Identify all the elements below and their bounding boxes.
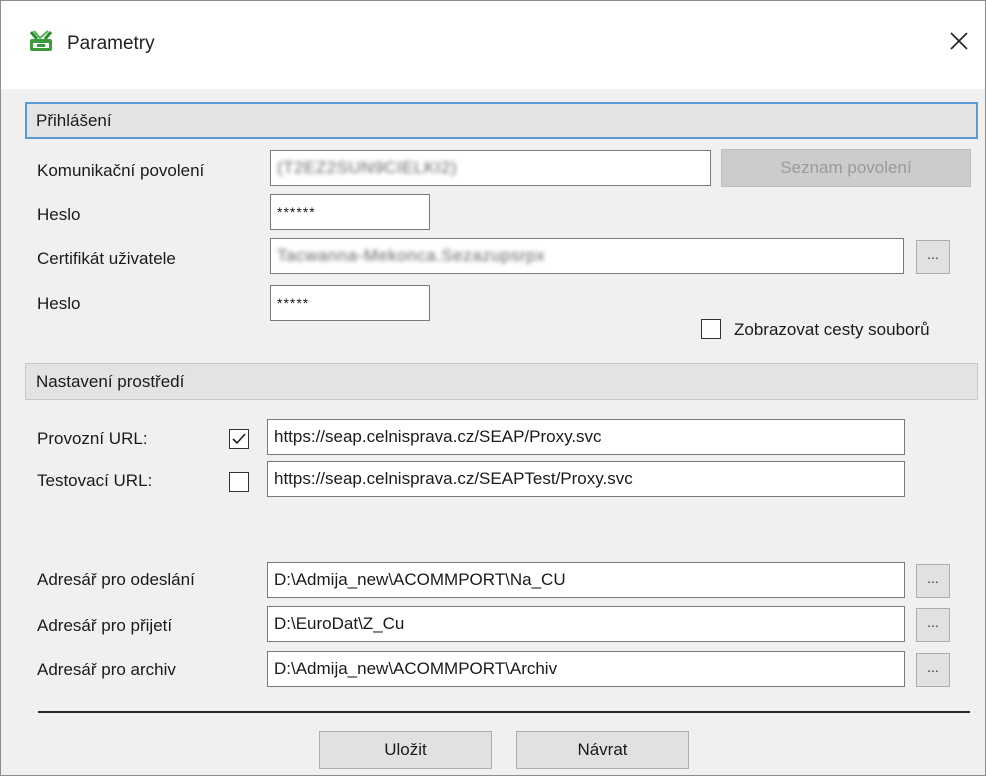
test-url-checkbox[interactable] — [229, 472, 249, 492]
permit-list-button[interactable]: Seznam povolení — [721, 149, 971, 187]
show-paths-label: Zobrazovat cesty souborů — [734, 320, 930, 339]
parameters-dialog: Parametry Přihlášení Komunikační povolen… — [0, 0, 986, 776]
prod-url-field[interactable]: https://seap.celnisprava.cz/SEAP/Proxy.s… — [267, 419, 905, 455]
checkmark-icon — [232, 433, 246, 445]
back-button[interactable]: Návrat — [516, 731, 689, 769]
comm-permit-field[interactable]: (T2EZ2SUN9CIELKI2) — [270, 150, 711, 186]
close-button[interactable] — [941, 23, 977, 59]
test-url-field[interactable]: https://seap.celnisprava.cz/SEAPTest/Pro… — [267, 461, 905, 497]
close-icon — [950, 32, 968, 50]
password1-field[interactable]: ****** — [270, 194, 430, 230]
prod-url-label: Provozní URL: — [37, 429, 148, 448]
save-button[interactable]: Uložit — [319, 731, 492, 769]
receive-dir-label: Adresář pro přijetí — [37, 616, 173, 635]
password2-field[interactable]: ***** — [270, 285, 430, 321]
comm-permit-label: Komunikační povolení — [37, 161, 205, 180]
section-header-login[interactable]: Přihlášení — [25, 102, 978, 139]
title-bar: Parametry — [1, 1, 985, 89]
password2-label: Heslo — [37, 294, 81, 313]
send-dir-browse-button[interactable]: ... — [916, 564, 950, 598]
toolbox-icon — [29, 30, 53, 51]
archive-dir-field[interactable]: D:\Admija_new\ACOMMPORT\Archiv — [267, 651, 905, 687]
certificate-field[interactable]: Tacwanna-Mekonca.Sezazupsrpx — [270, 238, 904, 274]
archive-dir-browse-button[interactable]: ... — [916, 653, 950, 687]
show-paths-checkbox[interactable] — [701, 319, 721, 339]
certificate-label: Certifikát uživatele — [37, 249, 176, 268]
archive-dir-label: Adresář pro archiv — [37, 660, 176, 679]
send-dir-field[interactable]: D:\Admija_new\ACOMMPORT\Na_CU — [267, 562, 905, 598]
prod-url-checkbox[interactable] — [229, 429, 249, 449]
send-dir-label: Adresář pro odeslání — [37, 570, 195, 589]
footer-separator — [38, 711, 970, 713]
test-url-label: Testovací URL: — [37, 471, 153, 490]
certificate-browse-button[interactable]: ... — [916, 240, 950, 274]
password1-label: Heslo — [37, 205, 81, 224]
section-title-environment: Nastavení prostředí — [36, 371, 185, 391]
receive-dir-field[interactable]: D:\EuroDat\Z_Cu — [267, 606, 905, 642]
window-title: Parametry — [67, 33, 155, 54]
section-header-environment[interactable]: Nastavení prostředí — [25, 363, 978, 400]
receive-dir-browse-button[interactable]: ... — [916, 608, 950, 642]
section-title-login: Přihlášení — [36, 110, 112, 130]
